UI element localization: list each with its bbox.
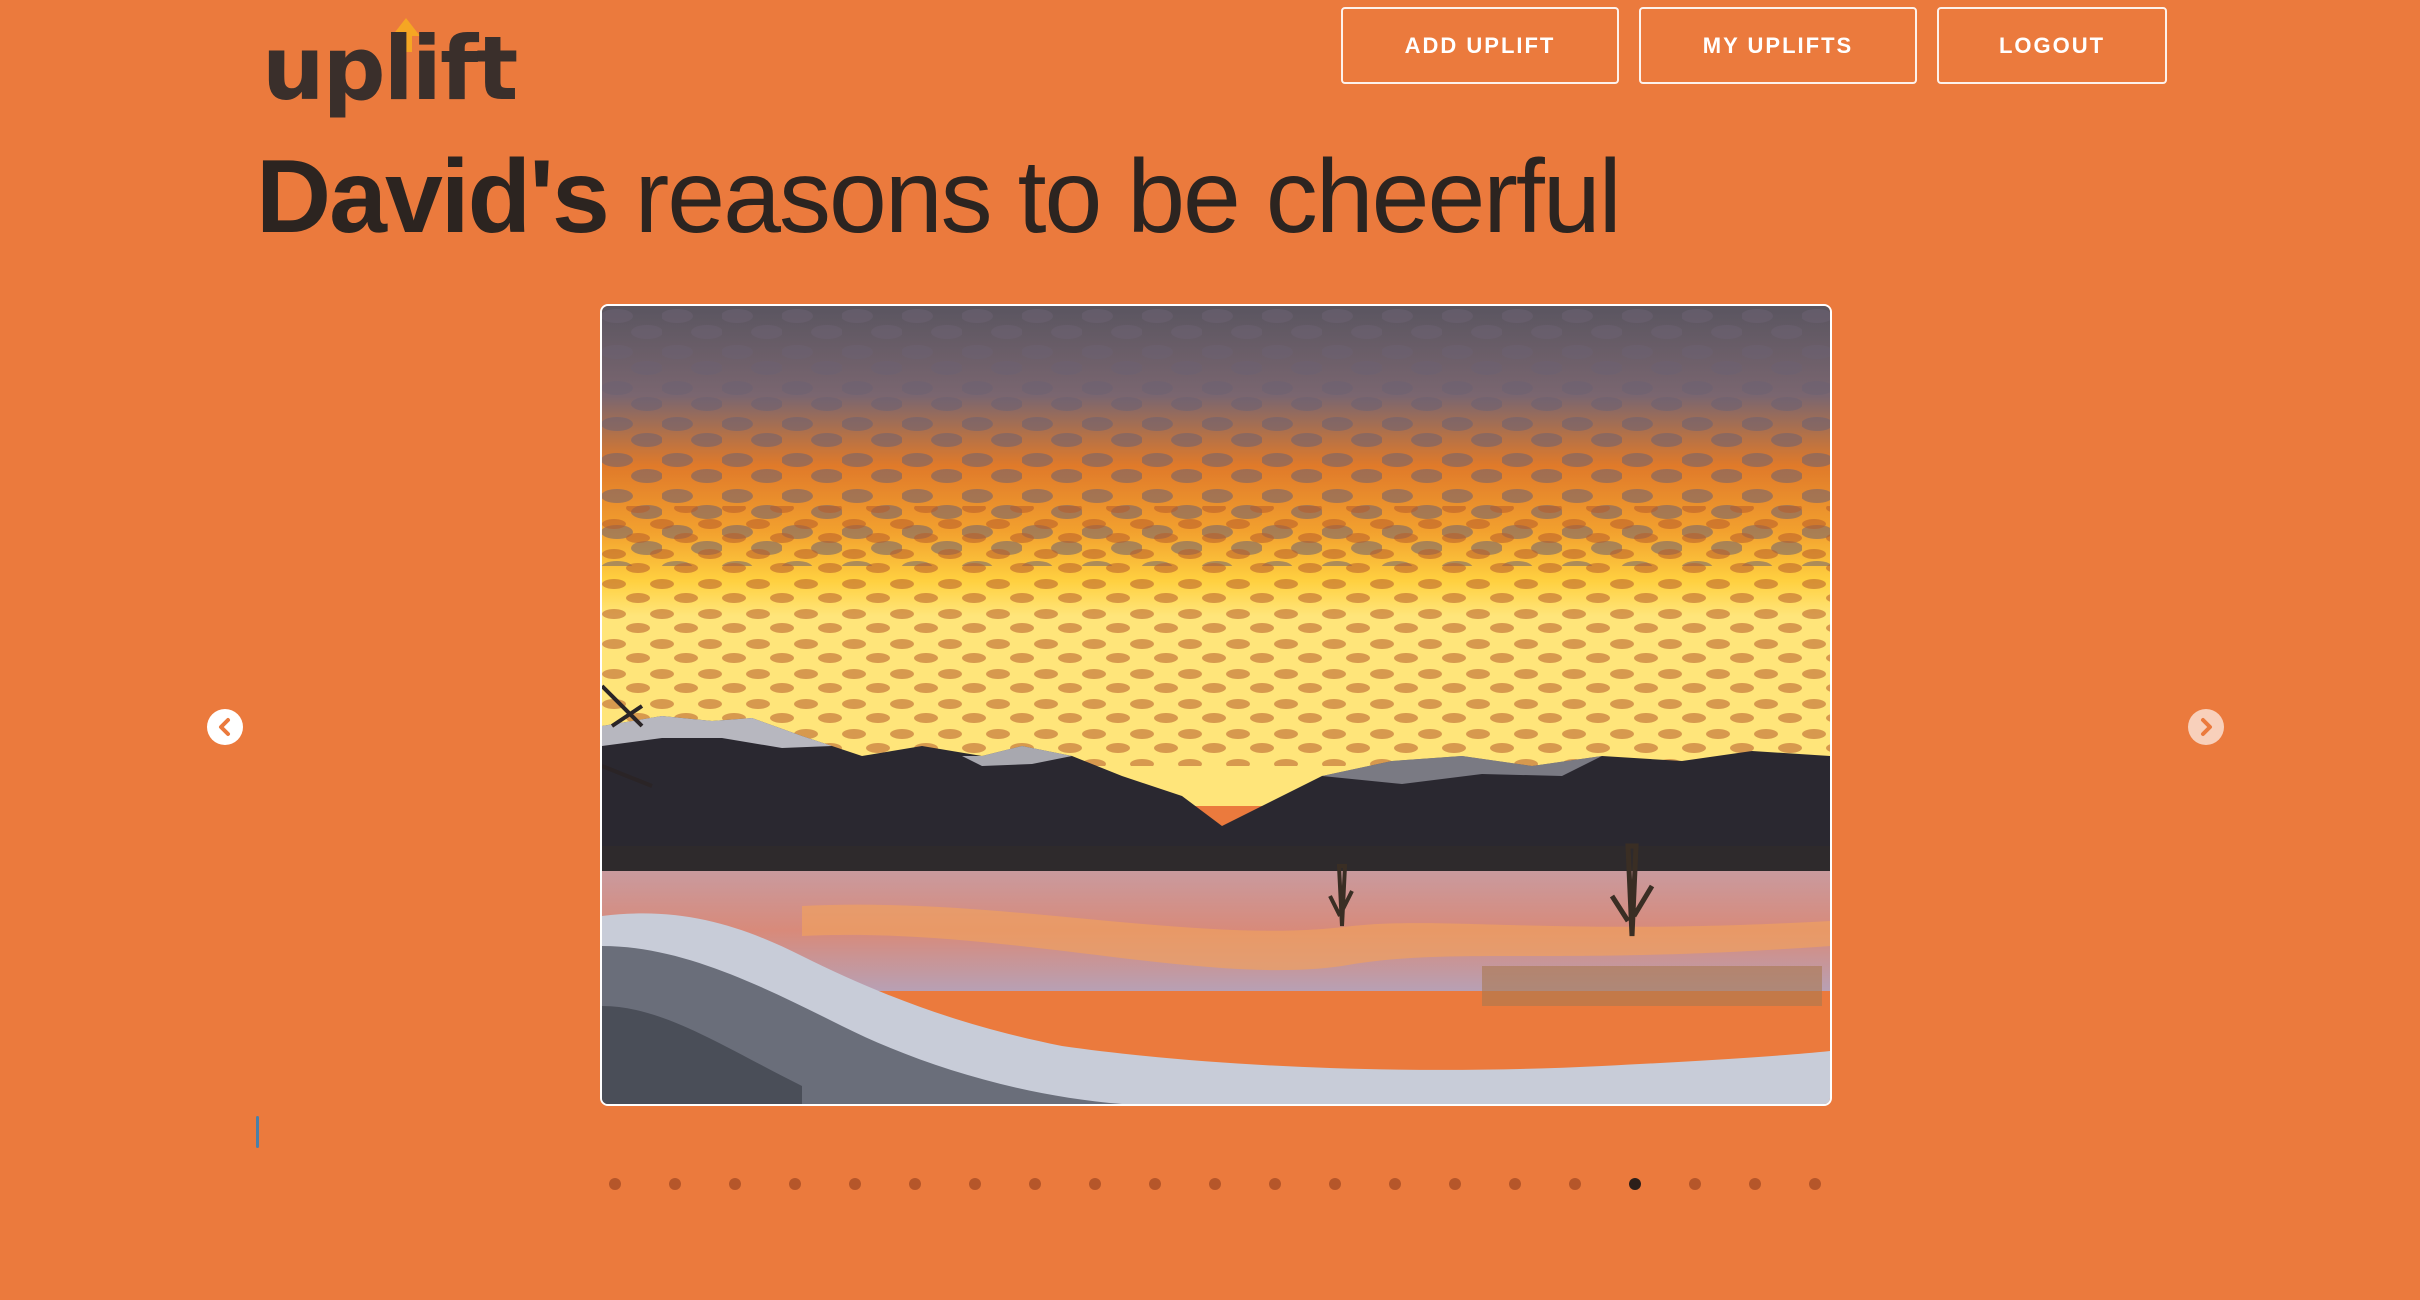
sunset-landscape-image <box>602 306 1830 1104</box>
chevron-left-icon <box>219 718 230 736</box>
carousel-dot[interactable] <box>729 1178 741 1190</box>
uplift-logo[interactable]: uplift <box>262 14 518 124</box>
carousel-dot[interactable] <box>1029 1178 1041 1190</box>
carousel-dot[interactable] <box>1629 1178 1641 1190</box>
page-title: David's reasons to be cheerful <box>256 138 1622 257</box>
carousel-dot[interactable] <box>609 1178 621 1190</box>
page-title-owner: David's <box>256 139 610 255</box>
chevron-right-icon <box>2201 718 2212 736</box>
carousel-dot[interactable] <box>1389 1178 1401 1190</box>
carousel-slide-image <box>600 304 1832 1106</box>
page-title-rest: reasons to be cheerful <box>607 139 1622 255</box>
logout-button[interactable]: LOGOUT <box>1937 7 2167 84</box>
carousel-prev-button[interactable] <box>207 709 243 745</box>
carousel-dot[interactable] <box>1749 1178 1761 1190</box>
carousel-dot[interactable] <box>1449 1178 1461 1190</box>
top-nav: ADD UPLIFT MY UPLIFTS LOGOUT <box>1341 7 2167 84</box>
carousel-dot[interactable] <box>1689 1178 1701 1190</box>
carousel-dot[interactable] <box>909 1178 921 1190</box>
add-uplift-button[interactable]: ADD UPLIFT <box>1341 7 1619 84</box>
carousel-dots <box>609 1178 1821 1190</box>
carousel-dot[interactable] <box>669 1178 681 1190</box>
carousel-dot[interactable] <box>1569 1178 1581 1190</box>
carousel-dot[interactable] <box>1329 1178 1341 1190</box>
carousel-dot[interactable] <box>849 1178 861 1190</box>
caption-cursor <box>256 1116 259 1148</box>
logo-text: uplift <box>262 17 518 120</box>
carousel-dot[interactable] <box>1809 1178 1821 1190</box>
carousel-dot[interactable] <box>969 1178 981 1190</box>
carousel-next-button[interactable] <box>2188 709 2224 745</box>
carousel-dot[interactable] <box>1509 1178 1521 1190</box>
carousel-dot[interactable] <box>1089 1178 1101 1190</box>
my-uplifts-button[interactable]: MY UPLIFTS <box>1639 7 1917 84</box>
carousel-dot[interactable] <box>1149 1178 1161 1190</box>
carousel-dot[interactable] <box>1269 1178 1281 1190</box>
carousel-dot[interactable] <box>1209 1178 1221 1190</box>
carousel-dot[interactable] <box>789 1178 801 1190</box>
